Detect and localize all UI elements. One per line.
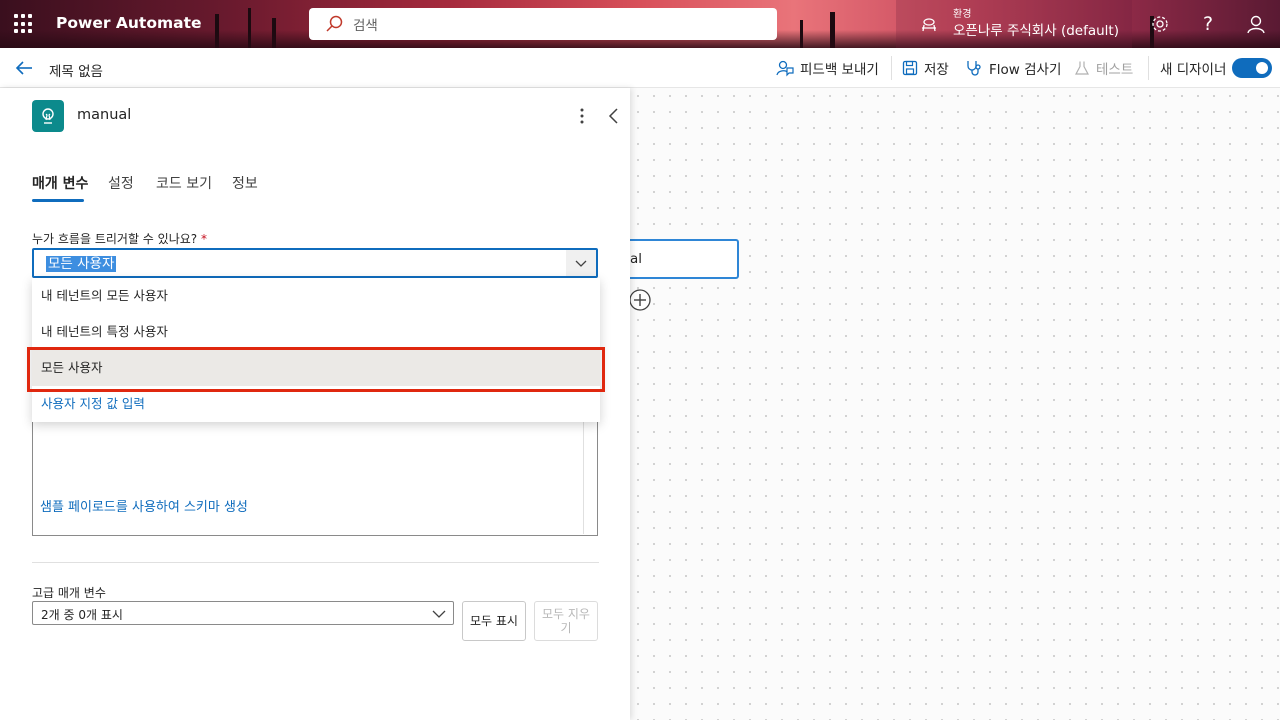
manual-trigger-icon xyxy=(32,100,64,132)
tab-parameters[interactable]: 매개 변수 xyxy=(32,173,88,193)
tab-settings[interactable]: 설정 xyxy=(108,173,134,193)
flow-checker-label: Flow 검사기 xyxy=(989,62,1062,78)
option-all-tenant-users[interactable]: 내 테넌트의 모든 사용자 xyxy=(32,278,600,314)
chevron-down-icon xyxy=(432,610,446,618)
new-designer-toggle[interactable] xyxy=(1232,58,1272,78)
schema-editor[interactable] xyxy=(32,422,598,536)
environment-name[interactable]: 오픈나루 주식회사 (default) xyxy=(953,19,1119,39)
app-name[interactable]: Power Automate xyxy=(56,14,202,32)
trigger-node-label: al xyxy=(630,251,643,267)
save-icon xyxy=(902,60,918,76)
advanced-parameters-select[interactable]: 2개 중 0개 표시 xyxy=(32,601,454,625)
generate-schema-link[interactable]: 샘플 페이로드를 사용하여 스키마 생성 xyxy=(40,496,248,515)
scrollbar[interactable] xyxy=(583,422,584,534)
search-placeholder: 검색 xyxy=(353,18,378,34)
feedback-button[interactable]: 피드백 보내기 xyxy=(776,48,879,88)
search-box[interactable]: 검색 xyxy=(309,8,777,40)
who-can-trigger-label-text: 누가 흐름을 트리거할 수 있나요? xyxy=(32,232,198,246)
save-button[interactable]: 저장 xyxy=(902,48,949,88)
combobox-selected-value[interactable]: 모든 사용자 xyxy=(46,256,117,272)
trigger-details-panel: manual 매개 변수 설정 코드 보기 정보 누가 흐름을 트리거할 수 있… xyxy=(0,88,630,720)
trigger-name[interactable]: manual xyxy=(77,107,131,123)
collapse-panel-icon[interactable] xyxy=(604,106,624,126)
command-bar: 제목 없음 피드백 보내기 저장 Flow 검사기 테스트 새 디자이너 xyxy=(0,48,1280,88)
active-tab-indicator xyxy=(32,199,84,202)
back-arrow-icon[interactable] xyxy=(13,57,35,79)
feedback-icon xyxy=(776,60,794,77)
chevron-down-icon[interactable] xyxy=(566,250,596,276)
settings-icon[interactable] xyxy=(1148,12,1172,36)
tab-code-view[interactable]: 코드 보기 xyxy=(156,173,212,193)
show-all-button[interactable]: 모두 표시 xyxy=(462,601,526,641)
clear-all-button[interactable]: 모두 지우기 xyxy=(534,601,598,641)
option-specific-tenant-users[interactable]: 내 테넌트의 특정 사용자 xyxy=(32,314,600,350)
flow-title[interactable]: 제목 없음 xyxy=(49,60,103,80)
save-label: 저장 xyxy=(924,62,949,78)
divider xyxy=(891,56,892,80)
environment-icon xyxy=(922,18,936,32)
required-mark: * xyxy=(200,232,207,246)
advanced-parameters-label: 고급 매개 변수 xyxy=(32,586,106,600)
stethoscope-icon xyxy=(967,61,981,76)
feedback-label: 피드백 보내기 xyxy=(800,62,879,78)
section-divider xyxy=(32,562,599,563)
highlight-annotation-box xyxy=(27,347,605,392)
flask-icon xyxy=(1075,61,1089,75)
designer-canvas[interactable] xyxy=(630,88,1280,720)
test-label: 테스트 xyxy=(1096,62,1134,78)
new-designer-label: 새 디자이너 xyxy=(1160,62,1227,78)
app-launcher-icon[interactable] xyxy=(14,14,34,34)
help-icon[interactable]: ? xyxy=(1196,12,1220,36)
more-options-icon[interactable] xyxy=(572,106,592,126)
search-icon xyxy=(326,15,343,32)
account-icon[interactable] xyxy=(1244,12,1268,36)
advanced-parameters-value: 2개 중 0개 표시 xyxy=(41,608,123,622)
environment-label: 환경 xyxy=(953,9,972,20)
add-step-icon[interactable] xyxy=(628,288,652,312)
who-can-trigger-field-label: 누가 흐름을 트리거할 수 있나요? * xyxy=(32,230,207,247)
tab-about[interactable]: 정보 xyxy=(232,173,258,193)
divider xyxy=(1148,56,1149,80)
who-can-trigger-combobox[interactable]: 모든 사용자 xyxy=(32,248,598,278)
test-button[interactable]: 테스트 xyxy=(1074,48,1133,88)
flow-checker-button[interactable]: Flow 검사기 xyxy=(965,48,1061,88)
